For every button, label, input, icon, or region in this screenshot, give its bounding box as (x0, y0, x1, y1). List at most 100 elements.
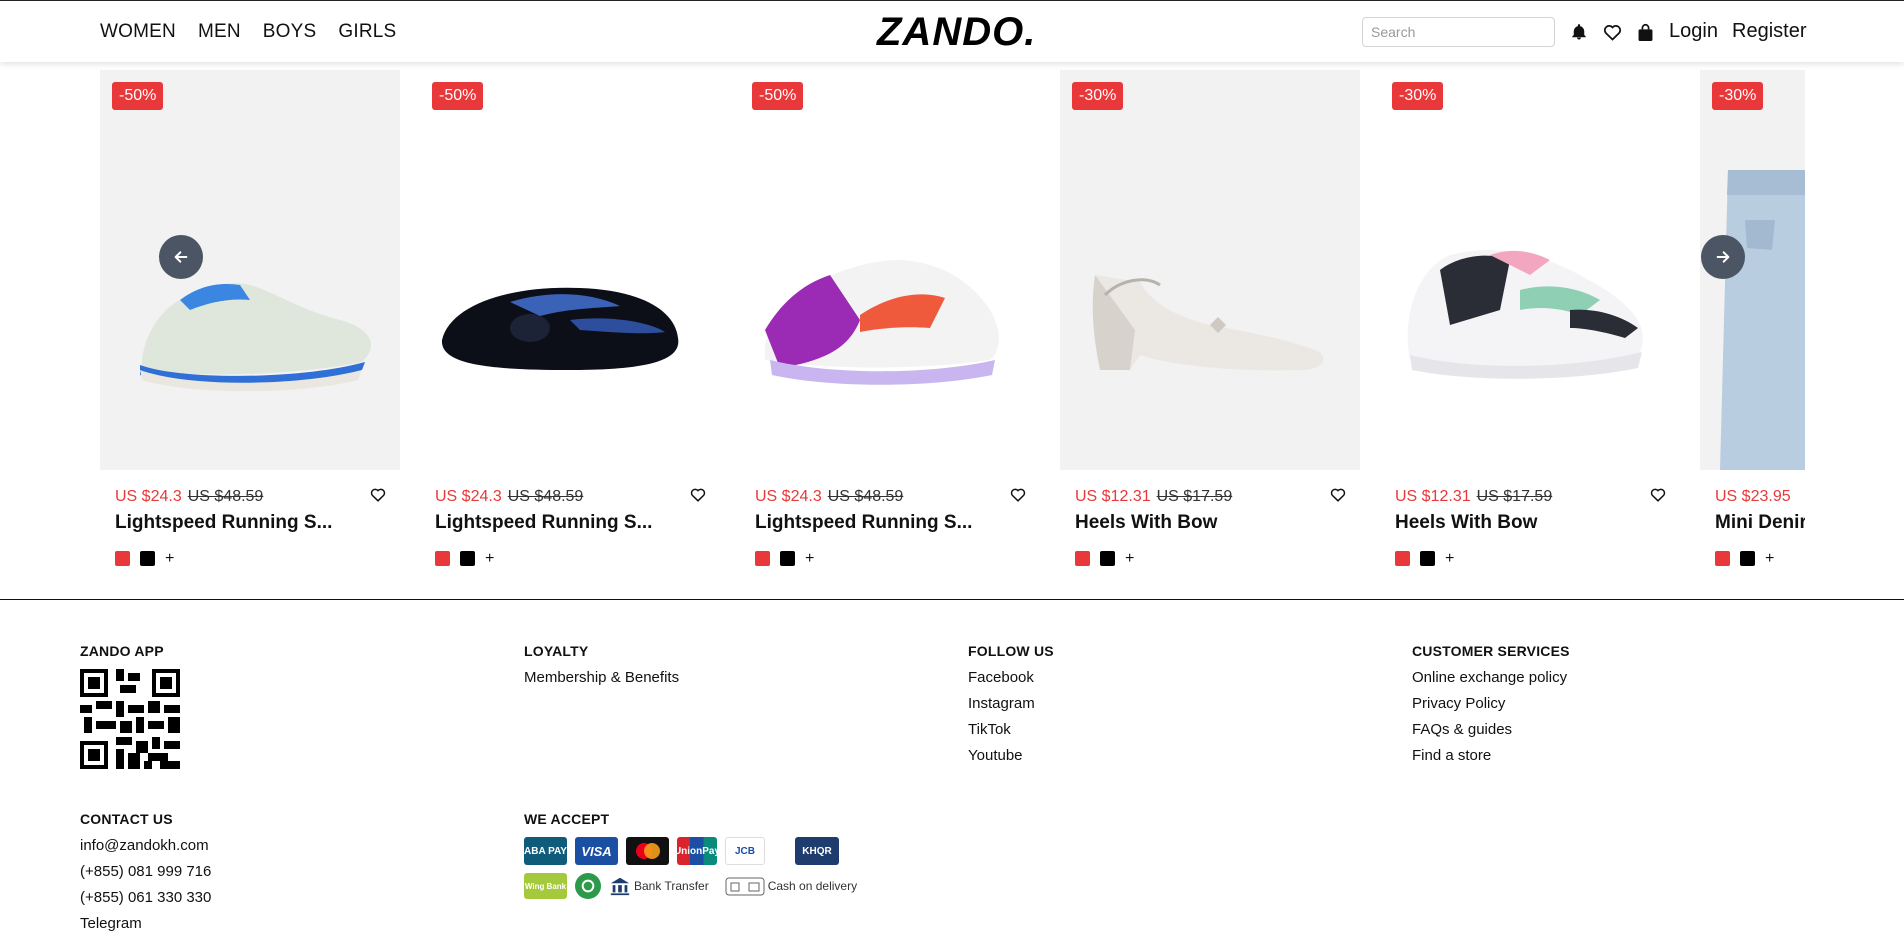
more-swatches-plus-icon[interactable]: + (165, 551, 174, 567)
product-image[interactable]: -30% (1380, 70, 1680, 470)
membership-link[interactable]: Membership & Benefits (524, 669, 679, 686)
carousel-prev-button[interactable] (159, 235, 203, 279)
wishlist-heart-icon[interactable] (1650, 487, 1666, 507)
bank-transfer-badge: Bank Transfer (609, 875, 709, 897)
site-logo[interactable]: ZANDO. (877, 10, 1036, 55)
arrow-right-icon (1716, 251, 1730, 263)
more-swatches-plus-icon[interactable]: + (1765, 551, 1774, 567)
swatch-red[interactable] (1075, 551, 1090, 566)
price-group: US $24.3 US $48.59 (435, 488, 583, 506)
swatch-black[interactable] (1740, 551, 1755, 566)
youtube-link[interactable]: Youtube (968, 747, 1054, 764)
product-card[interactable]: -30% US $12.31 US $17.59 Heels With Bow + (1380, 70, 1680, 585)
color-swatches: + (1715, 551, 1774, 567)
product-card[interactable]: -50% US $24.3 US $48.59 Lightspeed Runnin… (420, 70, 720, 585)
footer-follow: FOLLOW US Facebook Instagram TikTok Yout… (968, 643, 1054, 773)
footer-contact: CONTACT US info@zandokh.com (+855) 081 9… (80, 811, 211, 941)
footer-divider (0, 599, 1904, 600)
exchange-policy-link[interactable]: Online exchange policy (1412, 669, 1570, 686)
register-link[interactable]: Register (1732, 20, 1806, 43)
footer-app: ZANDO APP (80, 643, 180, 774)
original-price: US $48.59 (187, 488, 264, 505)
nav-women[interactable]: WOMEN (100, 21, 176, 43)
product-card[interactable]: -50% US $24.3 US $48.59 Lightspeed Runnin… (740, 70, 1040, 585)
color-swatches: + (435, 551, 494, 567)
aba-pay-icon: ABA PAY (524, 837, 567, 865)
sale-price: US $24.3 (755, 488, 822, 505)
unionpay-icon: UnionPay (674, 837, 720, 865)
swatch-black[interactable] (1100, 551, 1115, 566)
contact-phone-2[interactable]: (+855) 061 330 330 (80, 889, 211, 906)
product-title[interactable]: Heels With Bow (1075, 512, 1217, 534)
nav-men[interactable]: MEN (198, 21, 241, 43)
swatch-red[interactable] (1395, 551, 1410, 566)
footer-loyalty-heading: LOYALTY (524, 643, 589, 659)
search-input[interactable] (1362, 17, 1555, 47)
sale-price: US $24.3 (115, 488, 182, 505)
nav-girls[interactable]: GIRLS (338, 21, 396, 43)
bank-icon (610, 877, 630, 896)
bell-icon[interactable] (1568, 21, 1590, 43)
contact-email[interactable]: info@zandokh.com (80, 837, 211, 854)
contact-telegram[interactable]: Telegram (80, 915, 211, 932)
product-image[interactable]: -50% (420, 70, 720, 470)
wishlist-heart-icon[interactable] (1010, 487, 1026, 507)
cash-on-delivery-badge: Cash on delivery (725, 875, 857, 897)
product-card[interactable]: -30% US $23.95 Mini Denir + (1700, 70, 1805, 585)
swatch-black[interactable] (1420, 551, 1435, 566)
color-swatches: + (115, 551, 174, 567)
mastercard-icon (626, 837, 669, 865)
price-group: US $23.95 (1715, 488, 1797, 506)
more-swatches-plus-icon[interactable]: + (805, 551, 814, 567)
price-group: US $24.3 US $48.59 (115, 488, 263, 506)
find-store-link[interactable]: Find a store (1412, 747, 1570, 764)
product-card[interactable]: -50% US $24.3 US $48.59 Lightspeed Runnin… (100, 70, 400, 585)
facebook-link[interactable]: Facebook (968, 669, 1054, 686)
wishlist-heart-icon[interactable] (1330, 487, 1346, 507)
swatch-red[interactable] (755, 551, 770, 566)
product-image[interactable]: -50% (740, 70, 1040, 470)
tiktok-link[interactable]: TikTok (968, 721, 1054, 738)
product-image[interactable]: -30% (1060, 70, 1360, 470)
swatch-black[interactable] (460, 551, 475, 566)
swatch-red[interactable] (435, 551, 450, 566)
price-group: US $24.3 US $48.59 (755, 488, 903, 506)
cash-on-delivery-label: Cash on delivery (767, 879, 858, 893)
login-link[interactable]: Login (1669, 20, 1718, 43)
product-title[interactable]: Lightspeed Running S... (755, 512, 972, 534)
sale-price: US $12.31 (1075, 488, 1151, 505)
payment-row-cards: ABA PAY VISA UnionPay JCB KHQR (524, 837, 857, 865)
discount-badge: -30% (1072, 82, 1124, 110)
original-price: US $17.59 (1476, 488, 1553, 505)
footer-services: CUSTOMER SERVICES Online exchange policy… (1412, 643, 1570, 773)
sale-price: US $24.3 (435, 488, 502, 505)
qr-code-icon (80, 669, 180, 769)
carousel-next-button[interactable] (1701, 235, 1745, 279)
contact-phone-1[interactable]: (+855) 081 999 716 (80, 863, 211, 880)
more-swatches-plus-icon[interactable]: + (1125, 551, 1134, 567)
faqs-link[interactable]: FAQs & guides (1412, 721, 1570, 738)
product-title[interactable]: Lightspeed Running S... (435, 512, 652, 534)
swatch-black[interactable] (140, 551, 155, 566)
swatch-red[interactable] (1715, 551, 1730, 566)
nav-boys[interactable]: BOYS (263, 21, 317, 43)
product-title[interactable]: Mini Denir (1715, 512, 1805, 534)
instagram-link[interactable]: Instagram (968, 695, 1054, 712)
swatch-red[interactable] (115, 551, 130, 566)
wishlist-heart-icon[interactable] (690, 487, 706, 507)
product-image[interactable]: -50% (100, 70, 400, 470)
heart-icon[interactable] (1601, 21, 1623, 43)
bag-icon[interactable] (1634, 21, 1656, 43)
product-card[interactable]: -30% US $12.31 US $17.59 Heels With Bow + (1060, 70, 1360, 585)
swatch-black[interactable] (780, 551, 795, 566)
more-swatches-plus-icon[interactable]: + (1445, 551, 1454, 567)
product-title[interactable]: Heels With Bow (1395, 512, 1537, 534)
discount-badge: -50% (752, 82, 804, 110)
wishlist-heart-icon[interactable] (370, 487, 386, 507)
color-swatches: + (1075, 551, 1134, 567)
product-title[interactable]: Lightspeed Running S... (115, 512, 332, 534)
jcb-icon: JCB (725, 837, 765, 865)
privacy-policy-link[interactable]: Privacy Policy (1412, 695, 1570, 712)
more-swatches-plus-icon[interactable]: + (485, 551, 494, 567)
khqr-icon: KHQR (795, 837, 839, 865)
